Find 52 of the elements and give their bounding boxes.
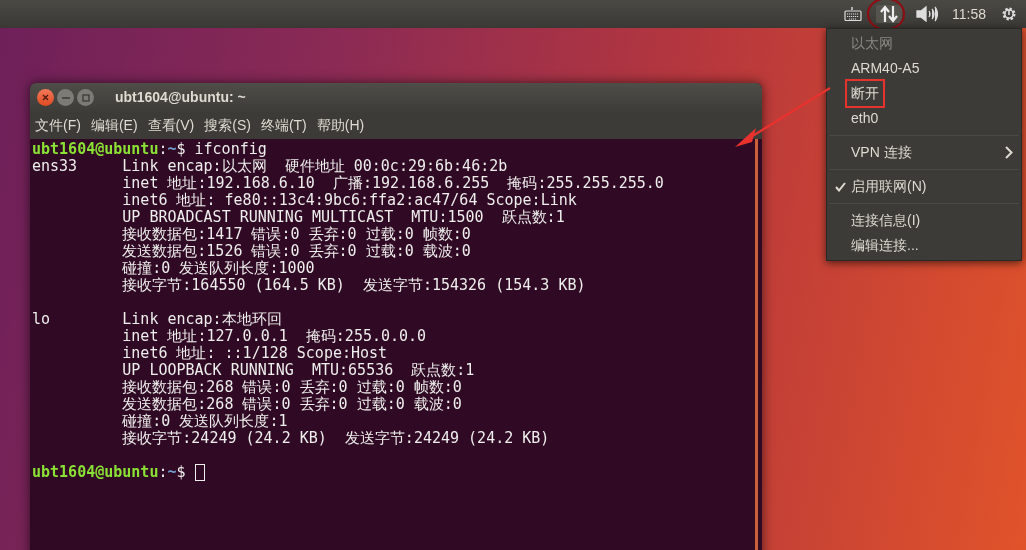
minimize-icon — [61, 96, 70, 99]
output-line: ens33 Link encap:以太网 硬件地址 00:0c:29:6b:46:2b — [32, 158, 508, 175]
menu-item[interactable]: 启用联网(N) — [851, 176, 927, 197]
menu-item[interactable]: 文件(F) — [35, 115, 81, 136]
output-line: 接收数据包:1417 错误:0 丢弃:0 过载:0 帧数:0 — [121, 226, 471, 243]
output-line: inet 地址:127.0.0.1 掩码:255.0.0.0 — [121, 328, 427, 345]
keyboard-icon[interactable] — [844, 7, 862, 21]
output-line: inet6 地址: fe80::13c4:9bc6:ffa2:ac47/64 Scope:Link — [121, 192, 577, 209]
prompt-symbol: $ — [176, 464, 186, 481]
output-line: 接收字节:164550 (164.5 KB) 发送字节:154326 (154.3 KB) — [121, 277, 586, 294]
output-line: 碰撞:0 发送队列长度:1 — [121, 413, 288, 430]
menu-item[interactable]: 搜索(S) — [204, 115, 251, 136]
prompt-separator: : — [158, 141, 168, 158]
close-button[interactable] — [37, 89, 54, 106]
maximize-button[interactable] — [77, 89, 94, 106]
menu-item[interactable]: VPN 连接 — [851, 142, 912, 163]
menu-item[interactable]: 查看(V) — [147, 115, 195, 136]
prompt-separator: : — [158, 464, 168, 481]
network-icon[interactable] — [879, 5, 899, 23]
volume-icon[interactable] — [916, 6, 938, 22]
prompt-symbol: $ — [176, 141, 186, 158]
prompt-user-host: ubt1604@ubuntu — [32, 464, 159, 481]
output-line: UP BROADCAST RUNNING MULTICAST MTU:1500 跃点数:1 — [121, 209, 565, 226]
command-text: ifconfig — [194, 141, 267, 158]
minimize-button[interactable] — [57, 89, 74, 106]
prompt-user-host: ubt1604@ubuntu — [32, 141, 159, 158]
output-line: 接收字节:24249 (24.2 KB) 发送字节:24249 (24.2 KB) — [121, 430, 550, 447]
prompt-path: ~ — [167, 464, 177, 481]
chevron-right-icon — [1005, 146, 1013, 159]
output-line: inet 地址:192.168.6.10 广播:192.168.6.255 掩码:255.255.255.0 — [121, 175, 664, 192]
menu-item[interactable]: 编辑(E) — [90, 115, 138, 136]
menu-item[interactable]: ARM40-A5 — [851, 58, 920, 79]
output-line: lo Link encap:本地环回 — [32, 311, 282, 328]
output-line: 接收数据包:268 错误:0 丢弃:0 过载:0 帧数:0 — [121, 379, 462, 396]
menu-item[interactable]: 帮助(H) — [316, 115, 365, 136]
menu-item[interactable]: 编辑连接... — [851, 235, 919, 256]
menu-item[interactable]: 终端(T) — [260, 115, 307, 136]
output-line: 碰撞:0 发送队列长度:1000 — [121, 260, 315, 277]
window-title: ubt1604@ubuntu: ~ — [115, 88, 246, 107]
clock-text[interactable]: 11:58 — [952, 3, 986, 25]
close-icon — [42, 94, 49, 101]
menu-item[interactable]: eth0 — [851, 108, 879, 129]
menu-item[interactable]: 连接信息(I) — [851, 210, 921, 231]
output-line: inet6 地址: ::1/128 Scope:Host — [121, 345, 388, 362]
output-line: 发送数据包:1526 错误:0 丢弃:0 过载:0 载波:0 — [121, 243, 471, 260]
prompt-path: ~ — [167, 141, 177, 158]
menu-item: 以太网 — [851, 34, 893, 53]
circle-annotation — [866, 0, 906, 31]
output-line: 发送数据包:268 错误:0 丢弃:0 过载:0 载波:0 — [121, 396, 462, 413]
settings-icon[interactable] — [1000, 5, 1018, 23]
maximize-icon — [81, 93, 90, 102]
output-line: UP LOOPBACK RUNNING MTU:65536 跃点数:1 — [121, 362, 475, 379]
